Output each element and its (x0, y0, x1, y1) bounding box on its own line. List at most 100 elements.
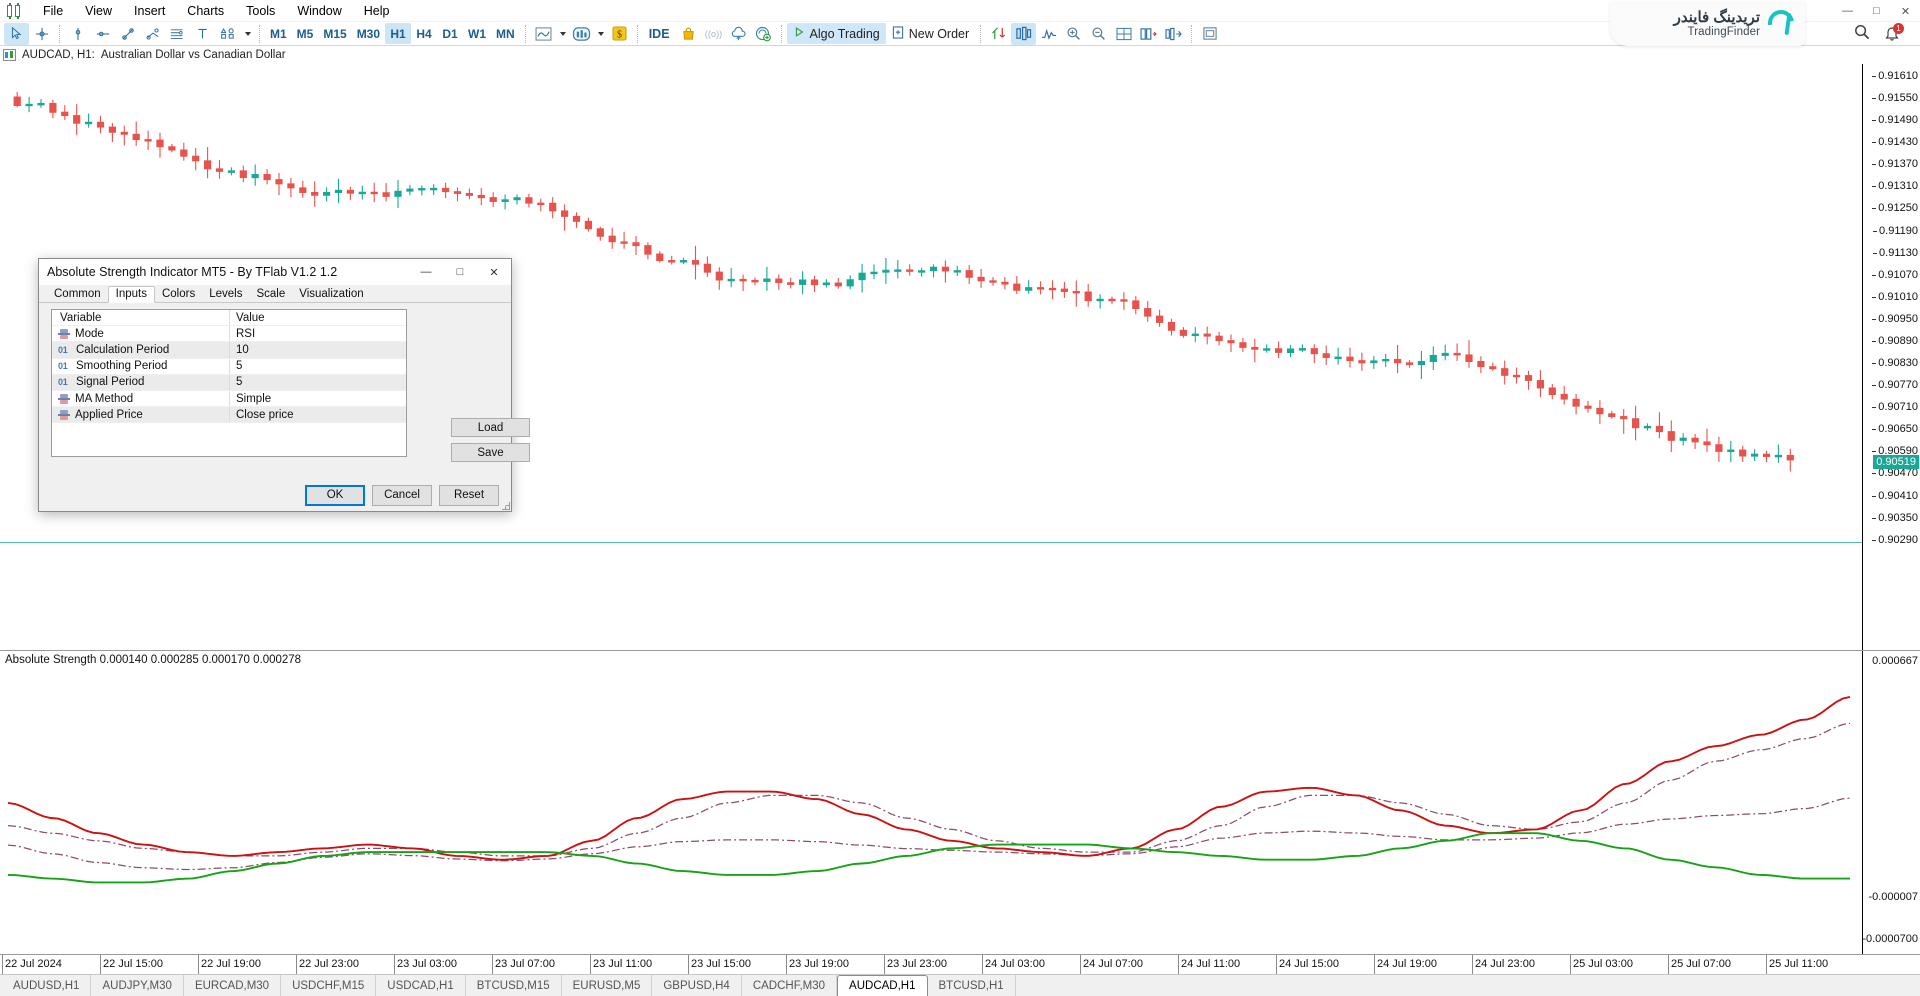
inputs-grid[interactable]: VariableValueModeRSI01Calculation Period… (51, 309, 407, 457)
chart-tab[interactable]: EURUSD,M5 (562, 975, 653, 996)
input-row[interactable]: 01Calculation Period10 (52, 342, 406, 358)
input-value[interactable]: 5 (236, 376, 242, 388)
trendline-icon[interactable] (115, 23, 140, 45)
indicator-icon[interactable] (986, 23, 1011, 45)
reset-button[interactable]: Reset (439, 485, 499, 506)
input-row[interactable]: ModeRSI (52, 326, 406, 342)
chart-tab[interactable]: USDCAD,H1 (376, 975, 465, 996)
ok-button[interactable]: OK (305, 485, 365, 506)
input-row[interactable]: 01Signal Period5 (52, 375, 406, 391)
dialog-minimize-icon[interactable]: — (409, 259, 443, 285)
cursor-icon[interactable] (4, 23, 29, 45)
notifications-icon[interactable]: 1 (1884, 26, 1900, 42)
fibonacci-icon[interactable] (165, 23, 190, 45)
shapes-icon[interactable] (215, 23, 240, 45)
price-scale[interactable]: 0.916100.915500.914900.914300.913700.913… (1862, 64, 1920, 650)
timeframe-m5[interactable]: M5 (292, 23, 319, 44)
menu-item-insert[interactable]: Insert (123, 2, 176, 20)
menu-item-window[interactable]: Window (286, 2, 352, 20)
algo-trading-button[interactable]: Algo Trading (787, 23, 886, 44)
chart-tab[interactable]: BTCUSD,H1 (928, 975, 1016, 996)
dialog-tabs[interactable]: Common Inputs Colors Levels Scale Visual… (39, 285, 511, 303)
chart-tab[interactable]: EURCAD,M30 (184, 975, 281, 996)
timeframe-mn[interactable]: MN (491, 23, 520, 44)
autoscroll-icon[interactable] (1161, 23, 1186, 45)
text-icon[interactable] (190, 23, 215, 45)
chart-tab[interactable]: GBPUSD,H4 (652, 975, 741, 996)
menu-item-tools[interactable]: Tools (235, 2, 286, 20)
cancel-button[interactable]: Cancel (372, 485, 432, 506)
grid-icon[interactable] (1111, 23, 1136, 45)
zoom-in-icon[interactable] (1061, 23, 1086, 45)
input-value[interactable]: RSI (236, 328, 255, 340)
line-chart-icon[interactable] (531, 23, 556, 45)
menu-item-charts[interactable]: Charts (176, 2, 235, 20)
vps-icon[interactable] (751, 23, 776, 45)
oscillator-icon[interactable] (1036, 23, 1061, 45)
input-value[interactable]: 10 (236, 344, 249, 356)
tab-common[interactable]: Common (47, 287, 108, 302)
tab-visualization[interactable]: Visualization (292, 287, 370, 302)
close-icon[interactable]: ✕ (1891, 0, 1920, 22)
vertical-line-icon[interactable] (65, 23, 90, 45)
candlestick-dropdown-icon[interactable] (594, 23, 607, 45)
timeframe-w1[interactable]: W1 (463, 23, 491, 44)
dialog-resize-handle[interactable] (500, 500, 510, 510)
ide-button[interactable]: IDE (643, 23, 676, 44)
dialog-close-icon[interactable]: ✕ (477, 259, 511, 285)
input-value[interactable]: Simple (236, 393, 271, 405)
cloud-icon[interactable] (726, 23, 751, 45)
chart-tab[interactable]: BTCUSD,M15 (466, 975, 562, 996)
shapes-dropdown-icon[interactable] (240, 23, 254, 45)
chart-tab[interactable]: AUDJPY,M30 (91, 975, 183, 996)
menu-item-view[interactable]: View (74, 2, 123, 20)
save-button[interactable]: Save (451, 443, 530, 462)
dollar-icon[interactable]: $ (607, 23, 632, 45)
chart-tab[interactable]: USDCHF,M15 (281, 975, 376, 996)
market-bag-icon[interactable] (676, 23, 701, 45)
load-button[interactable]: Load (451, 418, 530, 437)
input-value[interactable]: 5 (236, 360, 242, 372)
input-value[interactable]: Close price (236, 409, 294, 421)
maximize-icon[interactable]: □ (1862, 0, 1891, 22)
timeframe-h4[interactable]: H4 (411, 23, 437, 44)
search-icon[interactable] (1854, 24, 1870, 43)
signals-icon[interactable]: ((o)) (701, 23, 726, 45)
menu-item-file[interactable]: File (32, 2, 74, 20)
zoom-out-icon[interactable] (1086, 23, 1111, 45)
tab-colors[interactable]: Colors (155, 287, 202, 302)
indicator-subwindow[interactable]: Absolute Strength 0.000140 0.000285 0.00… (0, 650, 1920, 954)
input-row[interactable]: MA MethodSimple (52, 391, 406, 407)
chart-tab[interactable]: AUDUSD,H1 (2, 975, 91, 996)
candlestick-chart-icon[interactable] (569, 23, 594, 45)
tab-inputs[interactable]: Inputs (108, 286, 155, 303)
timeframe-d1[interactable]: D1 (437, 23, 463, 44)
channel-icon[interactable] (140, 23, 165, 45)
chart-tab[interactable]: AUDCAD,H1 (837, 975, 927, 996)
template-icon[interactable] (1197, 23, 1222, 45)
indicator-properties-dialog[interactable]: Absolute Strength Indicator MT5 - By TFl… (38, 258, 512, 512)
indicator-canvas[interactable]: Absolute Strength 0.000140 0.000285 0.00… (0, 651, 1862, 954)
time-label: 23 Jul 15:00 (688, 955, 751, 974)
line-chart-dropdown-icon[interactable] (556, 23, 569, 45)
chart-tab[interactable]: CADCHF,M30 (742, 975, 837, 996)
shift-icon[interactable] (1136, 23, 1161, 45)
time-label: 23 Jul 07:00 (492, 955, 555, 974)
timeframe-m15[interactable]: M15 (318, 23, 351, 44)
new-order-button[interactable]: New Order (886, 23, 975, 44)
indicator-scale[interactable]: 0.000667-0.000007-0.0000700 (1862, 651, 1920, 954)
minimize-icon[interactable]: — (1833, 0, 1862, 22)
objects-icon[interactable] (1011, 23, 1036, 45)
input-row[interactable]: Applied PriceClose price (52, 407, 406, 423)
tab-scale[interactable]: Scale (249, 287, 292, 302)
crosshair-icon[interactable] (29, 23, 54, 45)
tab-levels[interactable]: Levels (202, 287, 249, 302)
horizontal-line-icon[interactable] (90, 23, 115, 45)
chart-tab-bar[interactable]: AUDUSD,H1AUDJPY,M30EURCAD,M30USDCHF,M15U… (0, 974, 1920, 996)
timeframe-m30[interactable]: M30 (352, 23, 385, 44)
input-row[interactable]: 01Smoothing Period5 (52, 359, 406, 375)
timeframe-m1[interactable]: M1 (265, 23, 292, 44)
dialog-maximize-icon[interactable]: □ (443, 259, 477, 285)
timeframe-h1[interactable]: H1 (385, 23, 411, 44)
menu-item-help[interactable]: Help (353, 2, 401, 20)
